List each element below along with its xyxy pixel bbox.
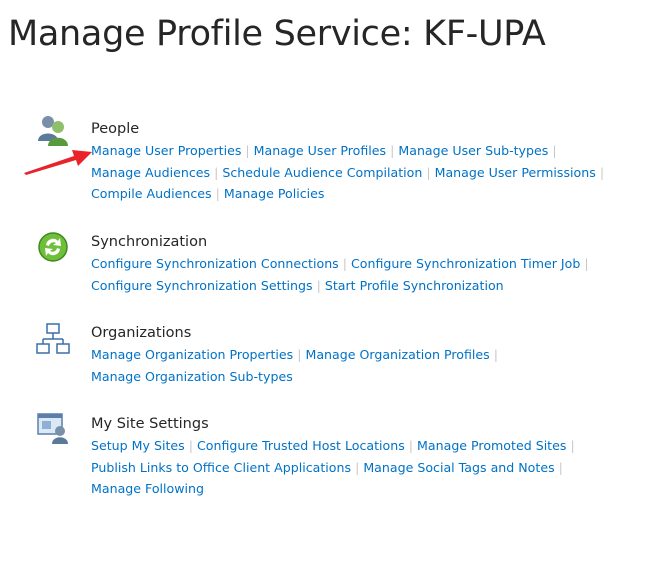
configure-synchronization-settings-link[interactable]: Configure Synchronization Settings xyxy=(91,278,313,293)
separator: | xyxy=(599,164,605,180)
configure-trusted-host-locations-link[interactable]: Configure Trusted Host Locations xyxy=(197,438,405,453)
separator: | xyxy=(245,143,250,158)
manage-promoted-sites-link[interactable]: Manage Promoted Sites xyxy=(417,438,566,453)
manage-user-properties-link[interactable]: Manage User Properties xyxy=(91,143,241,158)
manage-organization-properties-link[interactable]: Manage Organization Properties xyxy=(91,347,293,362)
manage-policies-link[interactable]: Manage Policies xyxy=(224,186,325,201)
manage-organization-sub-types-link[interactable]: Manage Organization Sub-types xyxy=(91,369,293,384)
manage-audiences-link[interactable]: Manage Audiences xyxy=(91,165,210,180)
start-profile-synchronization-link[interactable]: Start Profile Synchronization xyxy=(325,278,504,293)
manage-user-permissions-link[interactable]: Manage User Permissions xyxy=(435,165,596,180)
manage-user-profiles-link[interactable]: Manage User Profiles xyxy=(254,143,386,158)
separator: | xyxy=(390,143,395,158)
separator: | xyxy=(355,459,360,475)
separator: | xyxy=(493,347,498,362)
organizations-heading: Organizations xyxy=(91,325,192,341)
separator: | xyxy=(297,347,302,362)
org-chart-icon xyxy=(36,322,70,356)
separator: | xyxy=(426,164,431,180)
people-heading: People xyxy=(91,121,140,137)
separator: | xyxy=(342,256,347,271)
configure-synchronization-timer-job-link[interactable]: Configure Synchronization Timer Job xyxy=(351,256,580,271)
manage-user-sub-types-link[interactable]: Manage User Sub-types xyxy=(398,143,548,158)
schedule-audience-compilation-link[interactable]: Schedule Audience Compilation xyxy=(222,165,422,180)
my-site-settings-icon xyxy=(36,411,70,445)
separator: | xyxy=(408,438,414,453)
red-arrow-annotation xyxy=(24,150,92,175)
sync-icon xyxy=(36,230,70,264)
manage-organization-profiles-link[interactable]: Manage Organization Profiles xyxy=(305,347,489,362)
separator: | xyxy=(570,438,575,453)
compile-audiences-link[interactable]: Compile Audiences xyxy=(91,186,212,201)
separator: | xyxy=(552,143,557,158)
manage-following-link[interactable]: Manage Following xyxy=(91,481,204,496)
page-title: Manage Profile Service: KF-UPA xyxy=(8,14,546,54)
synchronization-heading: Synchronization xyxy=(91,234,208,250)
separator: | xyxy=(584,256,589,271)
setup-my-sites-link[interactable]: Setup My Sites xyxy=(91,438,185,453)
separator: | xyxy=(558,459,563,475)
publish-links-to-office-client-applications-link[interactable]: Publish Links to Office Client Applicati… xyxy=(91,460,351,475)
my-site-settings-heading: My Site Settings xyxy=(91,416,209,432)
separator: | xyxy=(316,277,321,293)
separator: | xyxy=(215,186,220,201)
separator: | xyxy=(188,438,193,453)
manage-social-tags-and-notes-link[interactable]: Manage Social Tags and Notes xyxy=(363,460,554,475)
configure-synchronization-connections-link[interactable]: Configure Synchronization Connections xyxy=(91,256,339,271)
separator: | xyxy=(214,164,219,180)
